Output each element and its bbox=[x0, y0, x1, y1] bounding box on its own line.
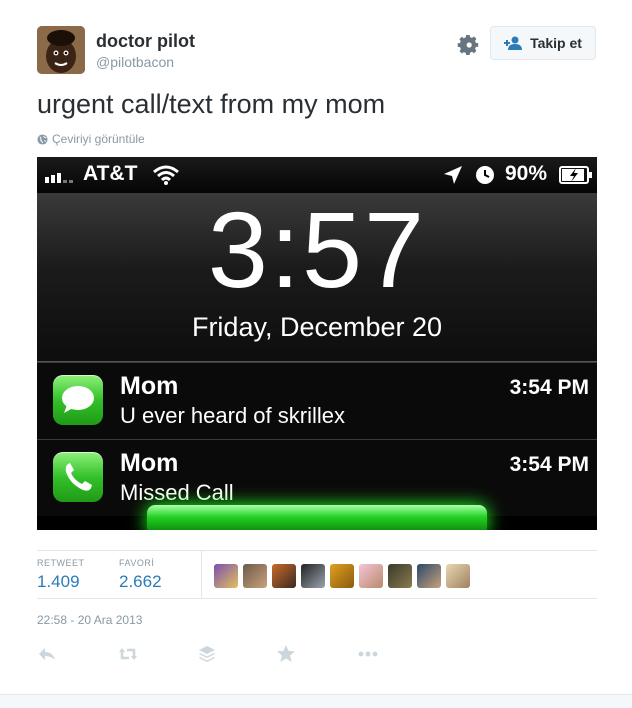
favoriter-avatar[interactable] bbox=[272, 564, 296, 588]
notification-call-text: Missed Call bbox=[120, 480, 234, 505]
globe-icon bbox=[37, 133, 48, 145]
favoriter-avatar[interactable] bbox=[388, 564, 412, 588]
follow-button-label: Takip et bbox=[530, 35, 582, 51]
author-avatar[interactable] bbox=[37, 26, 85, 74]
lockscreen-date: Friday, December 20 bbox=[191, 312, 443, 342]
collection-layers-icon[interactable] bbox=[197, 644, 217, 664]
wifi-icon bbox=[153, 165, 179, 185]
favoriter-avatar[interactable] bbox=[417, 564, 441, 588]
favorite-count[interactable]: 2.662 bbox=[119, 572, 162, 592]
notification-time: 3:54 PM bbox=[509, 453, 589, 476]
more-options-icon[interactable] bbox=[358, 644, 378, 664]
notification-message: Mom U ever heard of skrillex 3:54 PM bbox=[37, 362, 597, 439]
tweet-image[interactable]: AT&T 90% 3:57 Friday, December 20 Mom U … bbox=[37, 157, 597, 530]
notification-message-text: U ever heard of skrillex bbox=[120, 403, 345, 428]
carrier-label: AT&T bbox=[83, 162, 138, 185]
author-name[interactable]: doctor pilot bbox=[96, 31, 195, 52]
favoriter-avatars bbox=[214, 564, 470, 588]
favorite-star-icon[interactable] bbox=[276, 644, 296, 664]
favoriter-avatar[interactable] bbox=[359, 564, 383, 588]
reply-icon[interactable] bbox=[37, 644, 57, 664]
retweet-icon[interactable] bbox=[118, 644, 138, 664]
battery-icon bbox=[559, 166, 592, 184]
follow-button[interactable]: Takip et bbox=[490, 26, 596, 60]
phone-icon bbox=[53, 452, 103, 502]
notification-sender: Mom bbox=[120, 372, 179, 400]
battery-percent: 90% bbox=[505, 162, 548, 185]
stats-separator bbox=[201, 551, 202, 598]
divider bbox=[37, 598, 597, 599]
retweet-label: RETWEET bbox=[37, 558, 85, 568]
gear-icon[interactable] bbox=[456, 33, 480, 57]
favoriter-avatar[interactable] bbox=[243, 564, 267, 588]
unlock-slider-glow bbox=[147, 505, 487, 530]
signal-bars-icon bbox=[45, 173, 73, 183]
favoriter-avatar[interactable] bbox=[301, 564, 325, 588]
favoriter-avatar[interactable] bbox=[214, 564, 238, 588]
add-user-icon bbox=[504, 36, 523, 50]
translate-link[interactable]: Çeviriyi görüntüle bbox=[37, 132, 145, 146]
divider bbox=[37, 550, 597, 551]
messages-icon bbox=[53, 375, 103, 425]
favoriter-avatar[interactable] bbox=[446, 564, 470, 588]
favoriter-avatar[interactable] bbox=[330, 564, 354, 588]
favorite-label: FAVORİ bbox=[119, 558, 155, 568]
notification-sender: Mom bbox=[120, 449, 179, 477]
location-arrow-icon bbox=[444, 166, 462, 184]
footer-bar bbox=[0, 694, 632, 708]
lockscreen-time: 3:57 bbox=[207, 189, 427, 310]
notification-time: 3:54 PM bbox=[509, 376, 589, 399]
tweet-timestamp[interactable]: 22:58 - 20 Ara 2013 bbox=[37, 613, 142, 627]
phone-status-bar: AT&T 90% bbox=[37, 157, 597, 193]
retweet-count[interactable]: 1.409 bbox=[37, 572, 80, 592]
tweet-text: urgent call/text from my mom bbox=[37, 89, 386, 119]
author-handle[interactable]: @pilotbacon bbox=[96, 54, 174, 70]
translate-label: Çeviriyi görüntüle bbox=[52, 132, 145, 146]
alarm-clock-icon bbox=[476, 166, 494, 184]
